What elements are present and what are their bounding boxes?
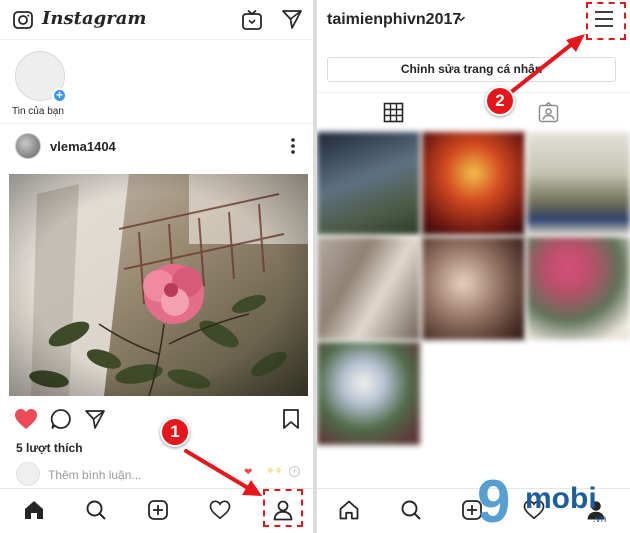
watermark-brand: mobi xyxy=(525,482,597,515)
annotation-arrows xyxy=(184,34,585,496)
step-1-arrow xyxy=(184,449,262,496)
watermark-tld: .vn xyxy=(593,514,607,525)
step-1-badge: 1 xyxy=(160,417,190,447)
watermark-number: 9 xyxy=(477,468,511,533)
step-2-badge: 2 xyxy=(485,86,515,116)
step-2-arrow xyxy=(508,34,585,95)
9mobi-watermark-logo: 9 mobi .vn xyxy=(477,468,627,533)
